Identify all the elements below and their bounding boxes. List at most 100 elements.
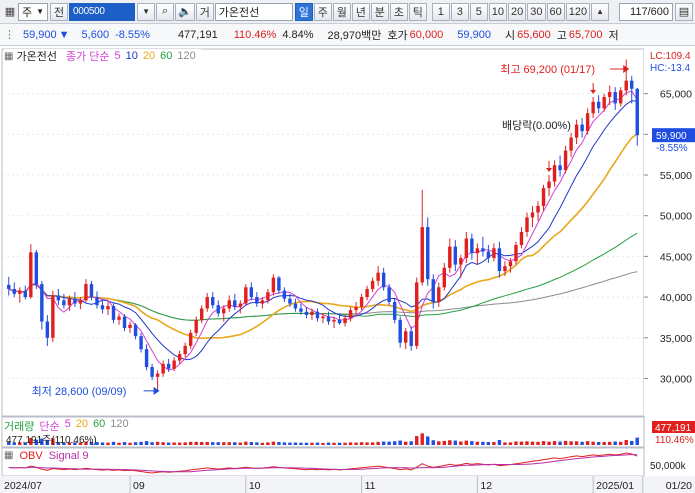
- dropdown-button[interactable]: ▼: [137, 2, 156, 21]
- chevron-down-icon: ▼: [36, 7, 45, 16]
- obv-options-icon[interactable]: ▦: [4, 450, 13, 462]
- volume-bar: [415, 436, 419, 445]
- volume-bar: [277, 442, 281, 445]
- volume-bar: [111, 441, 116, 445]
- volume-value-label: 477,191주(110.46%): [6, 435, 97, 446]
- volume-bar: [370, 442, 375, 445]
- volume-bar: [211, 442, 215, 445]
- volume-bar: [481, 441, 485, 445]
- volume-bar: [205, 441, 209, 445]
- candle-body: [89, 284, 94, 298]
- period-tab-tick[interactable]: 틱: [408, 2, 427, 21]
- market-select[interactable]: 주 ▼: [18, 2, 49, 21]
- volume-bar: [403, 441, 408, 445]
- layout-button[interactable]: ▤: [675, 2, 693, 21]
- candle-body: [111, 306, 116, 320]
- period-tab-minute[interactable]: 분: [370, 2, 389, 21]
- candle-body: [150, 367, 154, 377]
- candle-body: [51, 295, 55, 338]
- period-toggle-button[interactable]: 전: [50, 2, 69, 21]
- volume-bar: [133, 442, 138, 445]
- chart-type-button[interactable]: 거: [195, 2, 214, 21]
- volume-bar: [100, 442, 105, 445]
- interval-button-10[interactable]: 10: [488, 2, 507, 21]
- volume-bar: [464, 440, 469, 445]
- candle-body: [591, 101, 595, 114]
- interval-button-1[interactable]: 1: [431, 2, 450, 21]
- period-tab-day[interactable]: 일: [294, 2, 313, 21]
- candle-body: [34, 252, 39, 285]
- period-tab-second[interactable]: 초: [389, 2, 408, 21]
- price-axis-tick-label: 35,000: [660, 333, 692, 345]
- interval-button-3[interactable]: 3: [450, 2, 469, 21]
- volume-bar: [492, 442, 496, 445]
- volume-bar: [315, 442, 320, 445]
- candle-body: [282, 290, 287, 299]
- volume-bar: [431, 440, 435, 445]
- volume-bar: [530, 441, 535, 445]
- candle-body: [525, 217, 529, 232]
- candle-body: [624, 80, 628, 91]
- candle-body: [613, 92, 617, 104]
- interval-button-120[interactable]: 120: [565, 2, 591, 21]
- candle-body: [574, 124, 579, 138]
- search-button[interactable]: ⌕: [156, 2, 175, 21]
- high-label: 고: [556, 29, 567, 42]
- candle-body: [486, 251, 491, 259]
- period-tab-month[interactable]: 월: [332, 2, 351, 21]
- candle-body: [56, 295, 61, 301]
- interval-button-5[interactable]: 5: [469, 2, 488, 21]
- volume-bar: [409, 441, 413, 445]
- candle-body: [133, 324, 138, 337]
- high-annotation: 최고 69,200 (01/17): [500, 63, 595, 76]
- volume-bar: [591, 441, 595, 445]
- legend-ma20: 20: [142, 50, 156, 62]
- candle-body: [222, 308, 226, 314]
- settings-dots-icon[interactable]: ⋮: [4, 28, 15, 41]
- interval-button-60[interactable]: 60: [546, 2, 565, 21]
- volume-bar: [453, 440, 458, 445]
- obv-signal-label: Signal 9: [48, 450, 89, 462]
- volume-bar: [607, 441, 612, 445]
- time-axis: [0, 476, 695, 493]
- candle-body: [95, 297, 99, 306]
- interval-spin-button[interactable]: ▲: [591, 2, 610, 21]
- sound-button[interactable]: 🔈: [175, 2, 195, 21]
- volume-bar: [161, 442, 165, 445]
- legend-ma-label: 종가 단순: [65, 51, 110, 63]
- chevron-down-icon: ▼: [142, 7, 150, 16]
- grid-icon[interactable]: ▦: [2, 3, 18, 21]
- chart-options-icon[interactable]: ▦: [4, 51, 13, 62]
- volume-value: 477,191: [177, 28, 218, 41]
- candle-body: [288, 298, 292, 304]
- price-info-row: ⋮ 59,900 ▼ 5,600 -8.55% 477,191 110.46% …: [0, 24, 695, 46]
- turnover-rate: 4.84%: [282, 28, 314, 41]
- candle-body: [73, 298, 77, 304]
- interval-button-30[interactable]: 30: [527, 2, 546, 21]
- price-axis: [644, 49, 695, 416]
- volume-bar: [508, 442, 513, 445]
- volume-bar: [144, 441, 149, 445]
- candle-body: [343, 318, 347, 324]
- legend-title: 가온전선: [16, 51, 57, 63]
- candle-body: [18, 290, 22, 294]
- period-tab-year[interactable]: 년: [351, 2, 370, 21]
- volume-bar: [321, 442, 325, 445]
- candle-count-input[interactable]: 117/600: [619, 2, 673, 21]
- volume-bar: [222, 442, 226, 445]
- volume-bar: [580, 441, 584, 445]
- interval-button-20[interactable]: 20: [508, 2, 527, 21]
- period-tab-week[interactable]: 주: [313, 2, 332, 21]
- stock-code-input[interactable]: 000500: [69, 2, 136, 21]
- volume-bar: [426, 436, 430, 445]
- candle-body: [310, 311, 314, 315]
- volume-bar: [177, 442, 182, 445]
- volume-badge-pct: 110.46%: [655, 435, 694, 446]
- price-change: 5,600: [81, 28, 110, 41]
- time-axis-label: 2024/07: [4, 480, 42, 492]
- volume-bar: [381, 441, 386, 445]
- legend-ma10: 10: [125, 50, 138, 62]
- chart-toolbar: ▦ 주 ▼ 전 000500 ▼ ⌕ 🔈 거 가온전선 일 주 월 년 분 초 틱…: [0, 0, 695, 24]
- speaker-icon: 🔈: [178, 6, 192, 18]
- low-label: 저: [608, 29, 619, 42]
